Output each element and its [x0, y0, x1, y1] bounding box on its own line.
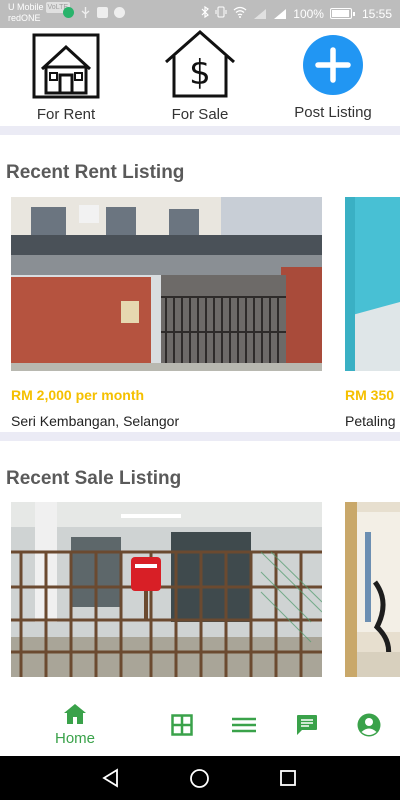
for-rent-label: For Rent	[36, 106, 96, 123]
bluetooth-icon	[201, 5, 210, 21]
back-icon[interactable]	[101, 768, 121, 788]
listing-photo	[11, 197, 322, 371]
sale-section-title: Recent Sale Listing	[6, 468, 182, 489]
signal-icon-1	[253, 8, 267, 20]
carrier-name: U Mobile	[8, 2, 44, 12]
app-screen: U Mobile VoLTE redONE 100% 15:55 For Ren…	[0, 0, 400, 800]
account-icon	[357, 713, 381, 737]
vibrate-icon	[215, 6, 227, 21]
wifi-icon	[233, 6, 247, 21]
system-navigation-bar	[0, 756, 400, 800]
rent-listing-card[interactable]: RM 350 Petaling	[345, 197, 400, 432]
house-dollar-icon: $	[165, 29, 235, 98]
home-icon	[64, 704, 86, 724]
house-icon	[32, 33, 100, 99]
section-divider	[0, 432, 400, 441]
system-status: 100% 15:55	[201, 5, 392, 21]
battery-icon	[329, 8, 355, 19]
clock: 15:55	[361, 6, 392, 21]
bottom-navigation: Home	[0, 688, 400, 756]
home-button-icon[interactable]	[189, 768, 210, 789]
listing-price: RM 2,000 per month	[11, 387, 145, 403]
battery-percent: 100%	[293, 6, 324, 21]
listing-photo	[11, 502, 322, 677]
for-rent-button[interactable]: For Rent	[6, 28, 126, 128]
svg-text:$: $	[189, 53, 211, 93]
usb-icon	[80, 7, 91, 18]
listing-location: Petaling	[345, 413, 396, 429]
nav-grid[interactable]	[166, 688, 198, 756]
chat-icon	[297, 715, 317, 735]
status-bar: U Mobile VoLTE redONE 100% 15:55	[0, 0, 400, 28]
menu-icon	[232, 717, 256, 733]
signal-icon-2	[273, 8, 287, 20]
listing-price: RM 350	[345, 387, 395, 403]
category-actions: For Rent $ For Sale Post Listing	[0, 28, 400, 128]
carrier-info: U Mobile VoLTE redONE	[8, 2, 71, 24]
gallery-icon	[97, 7, 108, 18]
add-circle-icon	[303, 35, 363, 95]
for-sale-button[interactable]: $ For Sale	[140, 28, 260, 128]
nav-account[interactable]	[353, 688, 385, 756]
grid-icon	[171, 714, 193, 736]
sale-listing-card[interactable]	[11, 502, 322, 677]
listing-photo	[345, 197, 400, 371]
rent-listing-card[interactable]: RM 2,000 per month Seri Kembangan, Selan…	[11, 197, 322, 432]
nav-home-label: Home	[54, 730, 95, 747]
nav-menu[interactable]	[228, 688, 260, 756]
whatsapp-icon	[63, 7, 74, 18]
for-sale-label: For Sale	[171, 106, 229, 123]
nav-home[interactable]: Home	[40, 688, 110, 756]
notification-icons	[63, 7, 125, 18]
nav-messages[interactable]	[291, 688, 323, 756]
rent-section-title: Recent Rent Listing	[6, 162, 185, 183]
section-divider	[0, 126, 400, 135]
post-listing-label: Post Listing	[294, 104, 372, 121]
recents-icon[interactable]	[279, 769, 297, 787]
sale-listing-card[interactable]	[345, 502, 400, 677]
post-listing-button[interactable]: Post Listing	[273, 28, 393, 128]
listing-photo	[345, 502, 400, 677]
message-icon	[114, 7, 125, 18]
carrier-secondary: redONE	[8, 13, 41, 23]
listing-location: Seri Kembangan, Selangor	[11, 413, 180, 429]
